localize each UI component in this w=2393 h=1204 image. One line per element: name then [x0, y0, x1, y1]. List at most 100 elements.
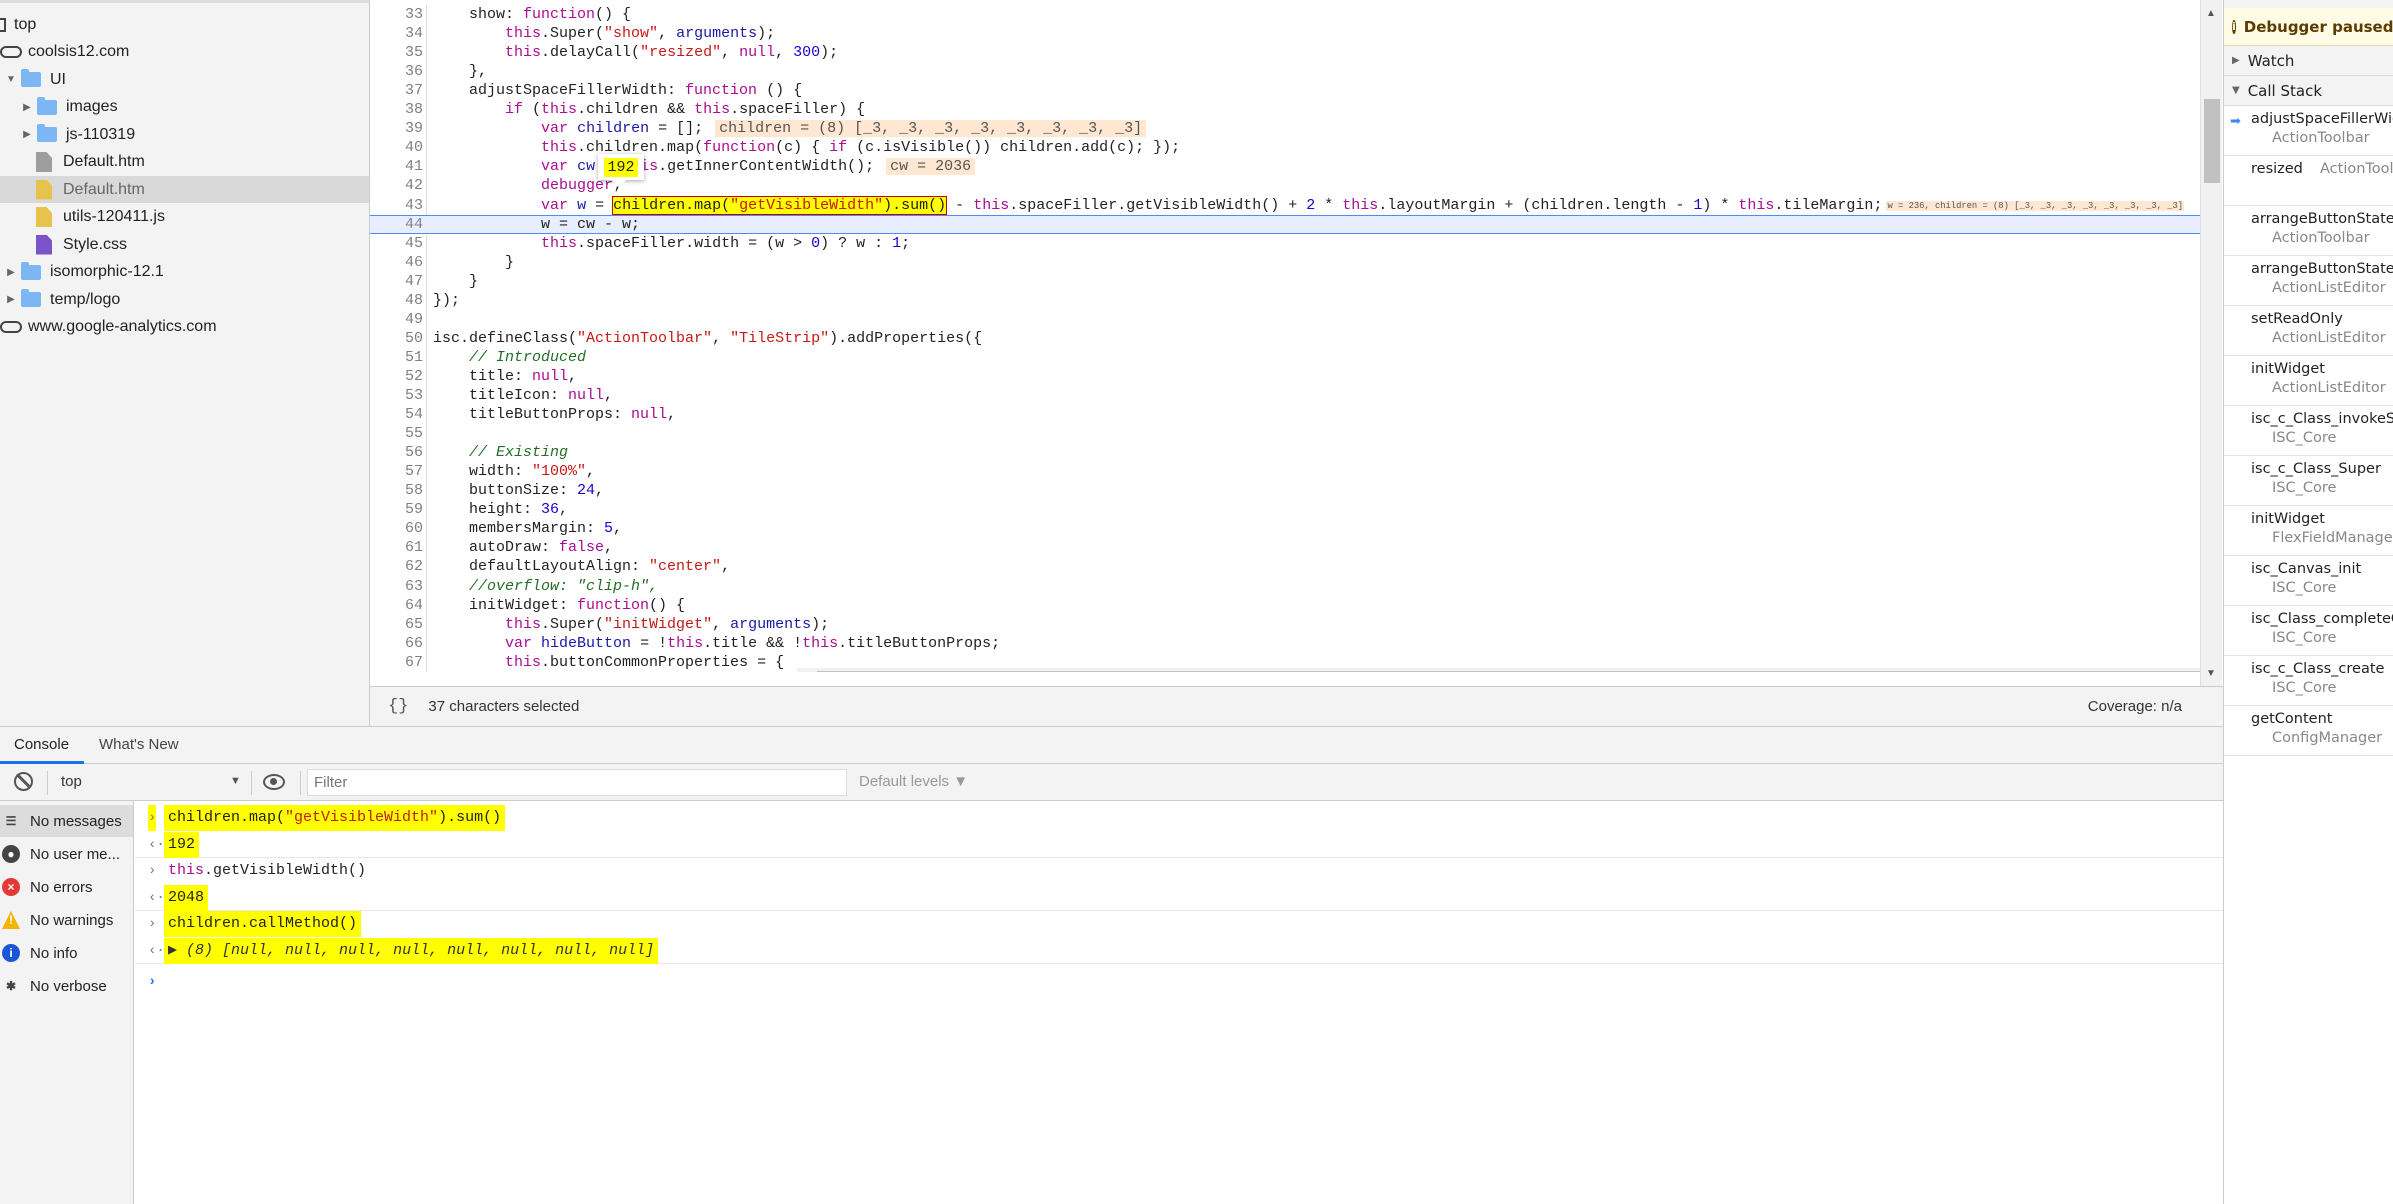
- line-number[interactable]: 52: [370, 367, 423, 386]
- call-stack-frame[interactable]: resized ActionToolbar: [2224, 156, 2393, 206]
- code-line[interactable]: 39 var children = []; children = (8) [_3,…: [370, 119, 2200, 138]
- scroll-down-icon[interactable]: ▼: [2206, 668, 2216, 679]
- code-line[interactable]: 54 titleButtonProps: null,: [370, 405, 2200, 424]
- chevron-right-icon[interactable]: ▶: [21, 129, 33, 140]
- vertical-scroll-thumb[interactable]: [2204, 99, 2220, 183]
- call-stack-frame[interactable]: isc_c_Class_Super ISC_Core: [2224, 456, 2393, 506]
- tree-item[interactable]: www.google-analytics.com: [0, 314, 369, 341]
- code-line[interactable]: 52 title: null,: [370, 367, 2200, 386]
- call-stack-section-header[interactable]: ▼ Call Stack: [2224, 76, 2393, 106]
- code-line[interactable]: 64 initWidget: function() {: [370, 596, 2200, 615]
- console-input-entry[interactable]: › children.callMethod(): [135, 911, 2223, 938]
- line-number[interactable]: 64: [370, 596, 423, 615]
- code-line[interactable]: 62 defaultLayoutAlign: "center",: [370, 557, 2200, 576]
- line-number[interactable]: 39: [370, 119, 423, 138]
- watch-section-header[interactable]: ▶ Watch: [2224, 46, 2393, 76]
- console-result-entry[interactable]: ‹· ▶ (8) [null, null, null, null, null, n…: [135, 938, 2223, 964]
- code-line[interactable]: 56 // Existing: [370, 443, 2200, 462]
- tree-item[interactable]: ▼ UI: [0, 66, 369, 93]
- line-number[interactable]: 67: [370, 653, 423, 672]
- code-line[interactable]: 48});: [370, 291, 2200, 310]
- tree-item[interactable]: coolsis12.com: [0, 39, 369, 66]
- code-line[interactable]: 53 titleIcon: null,: [370, 386, 2200, 405]
- selected-text[interactable]: children.map("getVisibleWidth").sum(): [612, 195, 948, 215]
- code-line[interactable]: 34 this.Super("show", arguments);: [370, 24, 2200, 43]
- line-number[interactable]: 37: [370, 81, 423, 100]
- code-line[interactable]: 45 this.spaceFiller.width = (w > 0) ? w …: [370, 234, 2200, 253]
- line-number[interactable]: 35: [370, 43, 423, 62]
- line-number[interactable]: 62: [370, 557, 423, 576]
- tab-whats-new[interactable]: What's New: [99, 727, 179, 764]
- line-number[interactable]: 55: [370, 424, 423, 443]
- scroll-left-icon[interactable]: ◀: [802, 671, 808, 672]
- call-stack-frame[interactable]: ➡ adjustSpaceFillerWidth ActionToolbar: [2224, 106, 2393, 156]
- call-stack-frame[interactable]: getContent ConfigManager: [2224, 706, 2393, 756]
- line-number[interactable]: 61: [370, 538, 423, 557]
- pretty-print-icon[interactable]: {}: [388, 697, 408, 716]
- line-number[interactable]: 53: [370, 386, 423, 405]
- tree-item[interactable]: Default.htm: [0, 149, 369, 176]
- console-input-entry[interactable]: › this.getVisibleWidth(): [135, 858, 2223, 884]
- tree-item[interactable]: Style.css: [0, 231, 369, 258]
- code-line[interactable]: 36 },: [370, 62, 2200, 81]
- clear-console-icon[interactable]: [14, 772, 33, 791]
- chevron-right-icon[interactable]: ▶: [21, 102, 33, 113]
- code-line[interactable]: 57 width: "100%",: [370, 462, 2200, 481]
- line-number[interactable]: 59: [370, 500, 423, 519]
- line-number[interactable]: 41: [370, 157, 423, 176]
- chevron-right-icon[interactable]: ▶: [5, 267, 17, 278]
- code-line[interactable]: 63 //overflow: "clip-h",: [370, 577, 2200, 596]
- code-line[interactable]: 50 isc.defineClass("ActionToolbar", "Tile…: [370, 329, 2200, 348]
- tree-item[interactable]: ▶ js-110319: [0, 121, 369, 148]
- line-number[interactable]: 43: [370, 196, 423, 215]
- line-number[interactable]: 56: [370, 443, 423, 462]
- console-filter-user[interactable]: ● No user me...: [0, 838, 133, 870]
- line-number[interactable]: 60: [370, 519, 423, 538]
- code-line[interactable]: 44 w = cw - w;: [370, 214, 2200, 234]
- line-number[interactable]: 66: [370, 634, 423, 653]
- code-line[interactable]: 55: [370, 424, 2200, 443]
- tree-item[interactable]: ▶ isomorphic-12.1: [0, 259, 369, 286]
- code-line[interactable]: 33 show: function() {: [370, 5, 2200, 24]
- line-number[interactable]: 40: [370, 138, 423, 157]
- code-line[interactable]: 59 height: 36,: [370, 500, 2200, 519]
- call-stack-frame[interactable]: arrangeButtonStates ActionToolbar: [2224, 206, 2393, 256]
- chevron-down-icon[interactable]: ▼: [5, 74, 17, 85]
- scroll-up-icon[interactable]: ▲: [2206, 8, 2216, 19]
- line-number[interactable]: 46: [370, 253, 423, 272]
- console-messages[interactable]: › children.map("getVisibleWidth").sum() ‹·…: [135, 801, 2223, 1204]
- tree-item[interactable]: utils-120411.js: [0, 204, 369, 231]
- call-stack-frame[interactable]: arrangeButtonStates ActionListEditor: [2224, 256, 2393, 306]
- tree-item[interactable]: top: [0, 11, 369, 38]
- console-result-entry[interactable]: ‹· 192: [135, 831, 2223, 858]
- call-stack-frame[interactable]: isc_c_Class_create ISC_Core: [2224, 656, 2393, 706]
- code-editor[interactable]: 33 show: function() {34 this.Super("show…: [370, 5, 2200, 672]
- code-line[interactable]: 37 adjustSpaceFillerWidth: function () {: [370, 81, 2200, 100]
- line-number[interactable]: 57: [370, 462, 423, 481]
- tree-item[interactable]: Default.htm: [0, 176, 369, 203]
- code-line[interactable]: 51 // Introduced: [370, 348, 2200, 367]
- call-stack-frame[interactable]: isc_Canvas_init ISC_Core: [2224, 556, 2393, 606]
- code-line[interactable]: 61 autoDraw: false,: [370, 538, 2200, 557]
- tree-item[interactable]: ▶ images: [0, 94, 369, 121]
- code-line[interactable]: 35 this.delayCall("resized", null, 300);: [370, 43, 2200, 62]
- code-line[interactable]: 42 debugger;: [370, 176, 2200, 195]
- vertical-scrollbar[interactable]: ▲ ▼: [2200, 0, 2222, 690]
- console-filter-bug[interactable]: ✱ No verbose: [0, 970, 133, 1002]
- line-number[interactable]: 33: [370, 5, 423, 24]
- line-number[interactable]: 51: [370, 348, 423, 367]
- console-filter-input[interactable]: [307, 769, 847, 796]
- code-line[interactable]: 58 buttonSize: 24,: [370, 481, 2200, 500]
- horizontal-scrollbar[interactable]: ◀ ▶: [797, 668, 2200, 672]
- line-number[interactable]: 54: [370, 405, 423, 424]
- console-filter-list[interactable]: ☰ No messages: [0, 805, 133, 837]
- console-filter-error[interactable]: × No errors: [0, 871, 133, 903]
- console-filter-warning[interactable]: ! No warnings: [0, 904, 133, 936]
- line-number[interactable]: 42: [370, 176, 423, 195]
- console-result-entry[interactable]: ‹· 2048: [135, 884, 2223, 911]
- log-levels-dropdown[interactable]: Default levels ▼: [859, 773, 968, 790]
- line-number[interactable]: 47: [370, 272, 423, 291]
- context-selector[interactable]: top ▼: [50, 764, 245, 800]
- eye-icon[interactable]: [263, 774, 285, 790]
- line-number[interactable]: 44: [370, 216, 423, 233]
